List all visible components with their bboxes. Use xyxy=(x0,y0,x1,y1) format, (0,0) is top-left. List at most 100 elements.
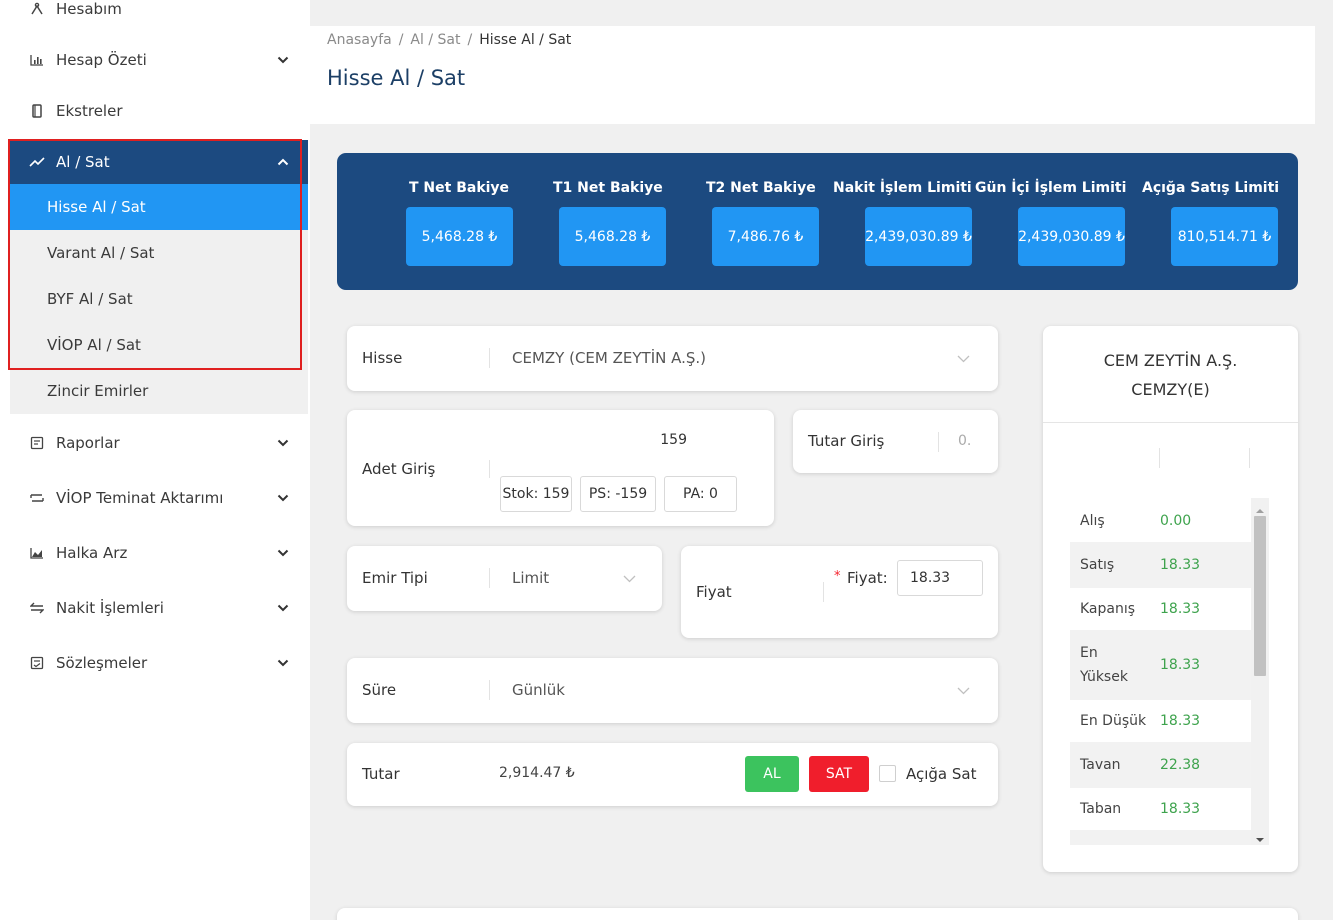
quote-row: Kapanış 18.33 xyxy=(1070,588,1251,630)
quote-key: Tavan xyxy=(1080,757,1121,773)
stok-button[interactable]: Stok: 159 xyxy=(500,476,572,512)
contract-icon xyxy=(28,654,46,672)
balance-value: 5,468.28 ₺ xyxy=(406,207,513,266)
submenu-item-viop-al-sat[interactable]: VİOP Al / Sat xyxy=(10,322,308,368)
fiyat-field-label: Fiyat: xyxy=(847,569,888,587)
balance-title: Açığa Satış Limiti xyxy=(1142,180,1280,196)
emir-tipi-label: Emir Tipi xyxy=(362,569,428,587)
quote-row: Alış 0.00 xyxy=(1070,500,1251,542)
sidebar-item-hesabim[interactable]: Hesabım xyxy=(10,0,308,34)
quote-value: 18.33 xyxy=(1160,657,1201,673)
sidebar-item-label: Raporlar xyxy=(56,434,120,452)
balance-aciga-satis-limiti: Açığa Satış Limiti 810,514.71 ₺ xyxy=(1142,180,1280,266)
sidebar-item-ekstreler[interactable]: Ekstreler xyxy=(10,86,308,136)
quote-value: 18.33 xyxy=(1160,601,1201,617)
sure-label: Süre xyxy=(362,681,397,699)
page-title: Hisse Al / Sat xyxy=(327,66,466,90)
sidebar-item-nakit-islemleri[interactable]: Nakit İşlemleri xyxy=(10,583,308,633)
breadcrumb-home[interactable]: Anasayfa xyxy=(327,32,392,48)
balance-title: T Net Bakiye xyxy=(409,180,510,196)
tutar-giris-label: Tutar Giriş xyxy=(808,432,885,450)
tutar-label: Tutar xyxy=(362,765,400,783)
breadcrumb-al-sat[interactable]: Al / Sat xyxy=(410,32,460,48)
chevron-down-icon xyxy=(957,684,970,698)
quote-table: Alış 0.00 Satış 18.33 Kapanış 18.33 En Y… xyxy=(1043,326,1298,872)
balance-value: 7,486.76 ₺ xyxy=(712,207,819,266)
aciga-sat-checkbox[interactable] xyxy=(879,765,896,782)
tutar-card: Tutar 2,914.47 ₺ AL SAT Açığa Sat xyxy=(347,743,998,806)
quote-key: En Yüksek xyxy=(1080,645,1128,685)
quote-key: Alış xyxy=(1080,513,1105,529)
balance-value: 810,514.71 ₺ xyxy=(1171,207,1278,266)
chevron-down-icon xyxy=(276,436,290,450)
quote-row: Taban 18.33 xyxy=(1070,788,1251,830)
sidebar-item-label: Hesap Özeti xyxy=(56,51,147,69)
sidebar-item-label: Nakit İşlemleri xyxy=(56,599,164,617)
trend-icon xyxy=(28,153,46,171)
balance-nakit-islem-limiti: Nakit İşlem Limiti 2,439,030.89 ₺ xyxy=(833,180,972,266)
scrollbar-thumb[interactable] xyxy=(1254,516,1266,676)
fiyat-card: Fiyat * Fiyat: 18.33 xyxy=(681,546,998,638)
sidebar-submenu: Hisse Al / Sat Varant Al / Sat BYF Al / … xyxy=(10,184,308,414)
sidebar-item-label: Al / Sat xyxy=(56,153,110,171)
quote-row: Tavan 22.38 xyxy=(1070,742,1251,788)
emir-tipi-card: Emir Tipi Limit xyxy=(347,546,662,611)
quote-key: En Düşük xyxy=(1080,713,1147,729)
sat-button[interactable]: SAT xyxy=(809,756,869,792)
divider xyxy=(489,680,490,700)
sure-card: Süre Günlük xyxy=(347,658,998,723)
user-icon xyxy=(28,0,46,18)
tutar-giris-input[interactable]: 0. xyxy=(958,433,971,449)
sidebar-item-label: Sözleşmeler xyxy=(56,654,148,672)
submenu-item-zincir-emirler[interactable]: Zincir Emirler xyxy=(10,368,308,414)
submenu-item-byf-al-sat[interactable]: BYF Al / Sat xyxy=(10,276,308,322)
balance-value: 2,439,030.89 ₺ xyxy=(1018,207,1125,266)
exchange-icon xyxy=(28,599,46,617)
required-marker: * xyxy=(834,569,841,584)
area-chart-icon xyxy=(28,544,46,562)
sidebar-item-al-sat[interactable]: Al / Sat xyxy=(10,140,308,184)
divider xyxy=(489,568,490,588)
quote-value: 18.33 xyxy=(1160,557,1201,573)
sure-select[interactable]: Günlük xyxy=(512,681,962,703)
sidebar-item-label: Ekstreler xyxy=(56,102,123,120)
adet-giris-label: Adet Giriş xyxy=(362,460,436,478)
emir-tipi-select[interactable]: Limit xyxy=(512,569,632,591)
divider xyxy=(938,432,939,452)
balance-t2-net: T2 Net Bakiye 7,486.76 ₺ xyxy=(706,180,819,266)
chevron-down-icon xyxy=(276,491,290,505)
sidebar-item-halka-arz[interactable]: Halka Arz xyxy=(10,528,308,578)
chevron-up-icon xyxy=(276,155,290,169)
aciga-sat-label: Açığa Sat xyxy=(906,765,977,783)
sidebar-item-raporlar[interactable]: Raporlar xyxy=(10,418,308,468)
chevron-down-icon xyxy=(276,546,290,560)
sidebar-item-sozlesmeler[interactable]: Sözleşmeler xyxy=(10,638,308,688)
swap-icon xyxy=(28,489,46,507)
quote-key: Satış xyxy=(1080,557,1115,573)
main-content: Anasayfa / Al / Sat / Hisse Al / Sat Hisse A… xyxy=(310,0,1333,920)
quote-value: 22.38 xyxy=(1160,757,1201,773)
fiyat-input[interactable]: 18.33 xyxy=(897,560,983,596)
quote-row: Satış 18.33 xyxy=(1070,542,1251,588)
scroll-up-icon[interactable] xyxy=(1255,502,1265,518)
balance-value: 2,439,030.89 ₺ xyxy=(865,207,972,266)
ps-button[interactable]: PS: -159 xyxy=(580,476,656,512)
scroll-down-icon[interactable] xyxy=(1255,831,1265,847)
submenu-item-hisse-al-sat[interactable]: Hisse Al / Sat xyxy=(10,184,308,230)
quote-value: 18.33 xyxy=(1160,801,1201,817)
sidebar-item-hesap-ozeti[interactable]: Hesap Özeti xyxy=(10,35,308,85)
hisse-select[interactable]: CEMZY (CEM ZEYTİN A.Ş.) xyxy=(512,349,962,371)
balance-panel: T Net Bakiye 5,468.28 ₺ T1 Net Bakiye 5,… xyxy=(337,153,1298,290)
sidebar-item-viop-teminat[interactable]: VİOP Teminat Aktarımı xyxy=(10,473,308,523)
balance-title: Gün İçi İşlem Limiti xyxy=(975,180,1127,196)
adet-input[interactable]: 159 xyxy=(507,426,757,454)
chevron-down-icon xyxy=(623,572,636,586)
quote-row xyxy=(1070,830,1251,845)
balance-t1-net: T1 Net Bakiye 5,468.28 ₺ xyxy=(553,180,666,266)
al-button[interactable]: AL xyxy=(745,756,799,792)
pa-button[interactable]: PA: 0 xyxy=(664,476,737,512)
tutar-giris-card: Tutar Giriş 0. xyxy=(793,410,998,473)
breadcrumb-separator: / xyxy=(467,32,473,48)
balance-value: 5,468.28 ₺ xyxy=(559,207,666,266)
submenu-item-varant-al-sat[interactable]: Varant Al / Sat xyxy=(10,230,308,276)
